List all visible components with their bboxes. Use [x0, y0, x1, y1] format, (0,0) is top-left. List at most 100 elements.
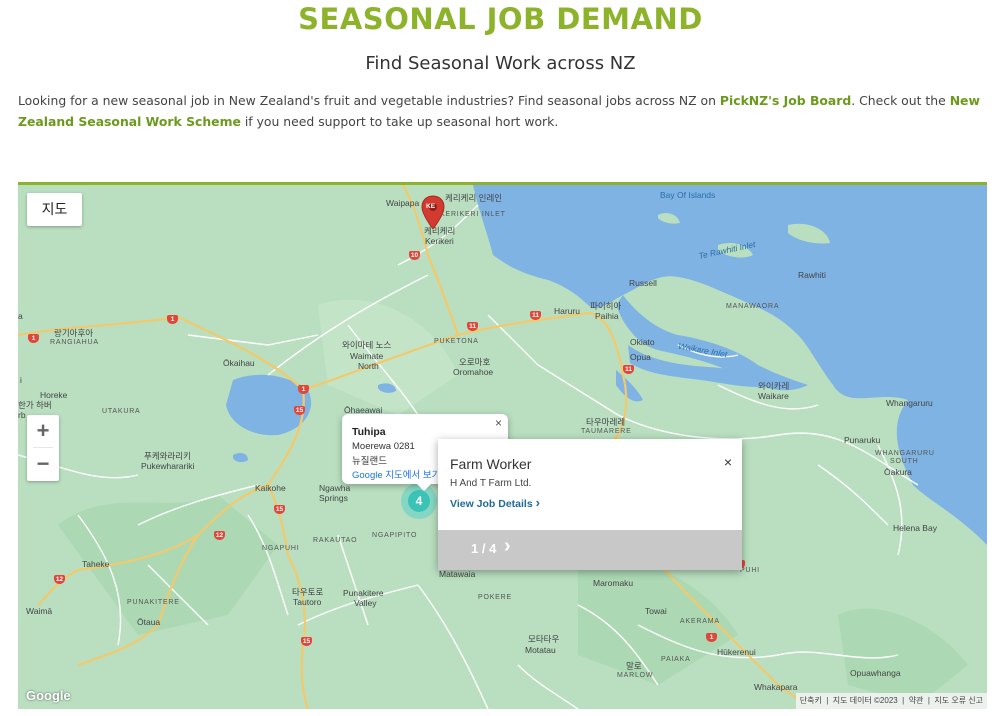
- map-label-pokere: POKERE: [478, 594, 512, 601]
- page-subtitle: Find Seasonal Work across NZ: [365, 53, 636, 74]
- road-shield: 15: [274, 505, 285, 514]
- map-label-puketona: PUKETONA: [434, 338, 479, 345]
- map-label-oakura: Ōakura: [884, 467, 912, 477]
- map-label-hukerenui: Hūkerenui: [717, 647, 756, 657]
- place-address-line1: Moerewa 0281: [352, 441, 415, 452]
- road-shield: 15: [294, 406, 305, 415]
- map-label-motatau-ko: 모타타우: [528, 634, 560, 644]
- map-marker-label: KE: [426, 203, 436, 210]
- view-job-details-label: View Job Details: [450, 498, 533, 510]
- view-in-google-maps-link[interactable]: Google 지도에서 보기: [352, 467, 440, 481]
- map-label-maromaku: Maromaku: [593, 578, 634, 588]
- road-shield: 1: [28, 334, 39, 343]
- job-pager-count: 1 / 4: [471, 541, 497, 556]
- map-label-russell: Russell: [629, 278, 657, 288]
- map-label-springs: Springs: [319, 493, 348, 503]
- map-label-rangiahua: RANGIAHUA: [50, 339, 99, 346]
- report-map-error-link[interactable]: 지도 오류 신고: [934, 696, 983, 705]
- zoom-out-button[interactable]: −: [27, 448, 59, 480]
- place-address-line2: 뉴질랜드: [352, 456, 387, 467]
- map-label: 케리케리 인레인: [445, 193, 503, 203]
- job-popup-close-icon[interactable]: ×: [724, 454, 732, 470]
- map-label-paiaka: PAIAKA: [661, 656, 691, 663]
- map-label-punakitere: Punakitere: [343, 588, 384, 598]
- map-label-helena-bay: Helena Bay: [893, 523, 937, 533]
- map-label-left1: 한가 하버: [18, 400, 52, 410]
- road-shield: 12: [54, 575, 65, 584]
- map-label-ngapuhi: NGAPUHI: [262, 545, 300, 552]
- view-job-details-link[interactable]: View Job Details ›: [450, 495, 540, 510]
- map-label-manawaora: MANAWAORA: [726, 303, 780, 310]
- intro-text: Looking for a new seasonal job in New Ze…: [18, 93, 720, 108]
- map-label-waimate: Waimate: [350, 351, 384, 361]
- map-label-taumarere: TAUMARERE: [581, 428, 632, 435]
- map-label-opua: Opua: [630, 352, 651, 362]
- map-label-oromahoe-ko: 오로마호: [459, 357, 491, 367]
- map-label-south: SOUTH: [890, 458, 919, 465]
- map-label-whakapara: Whakapara: [754, 682, 798, 692]
- map-label-haruru: Haruru: [554, 306, 580, 316]
- map-label-waimate-ko: 와이마테 노스: [342, 340, 392, 350]
- map-label-waikare: Waikare: [758, 391, 789, 401]
- job-company: H And T Farm Ltd.: [450, 478, 532, 489]
- job-pager: 1 / 4 ›: [438, 530, 742, 570]
- picknz-job-board-link[interactable]: PickNZ's Job Board: [720, 93, 851, 108]
- map-label-ngapipito: NGAPIPITO: [372, 532, 418, 539]
- map-label-kaikohe: Kaikohe: [255, 483, 286, 493]
- map-label-motatau: Motatau: [525, 645, 556, 655]
- info-window-tail: [416, 483, 432, 491]
- road-shield: 1: [167, 315, 178, 324]
- map-type-button[interactable]: 지도: [27, 193, 82, 226]
- map-label-horeke: Horeke: [40, 390, 68, 400]
- map-label-marlow: MARLOW: [617, 672, 654, 679]
- map-label-paihia-ko: 파이히아: [590, 301, 622, 311]
- map-label-tautoro-ko: 타우토로: [292, 587, 324, 597]
- map-label-opuawhanga: Opuawhanga: [850, 668, 901, 678]
- road-shield: 11: [467, 322, 478, 331]
- map-label-tautoro: Tautoro: [293, 597, 322, 607]
- road-shield: 10: [409, 251, 420, 260]
- map-label-north: North: [358, 361, 379, 371]
- intro-text: if you need support to take up seasonal …: [240, 114, 559, 129]
- zoom-in-button[interactable]: +: [27, 415, 59, 447]
- map-label-paihia: Paihia: [595, 311, 619, 321]
- job-map[interactable]: Waipapa 케리케리 인레인 KERIKERI INLET 케리케리 Ker…: [18, 182, 987, 709]
- map-label-bay-of-islands: Bay Of Islands: [660, 190, 716, 200]
- page-title: SEASONAL JOB DEMAND: [298, 2, 703, 36]
- map-label-whangaruru: Whangaruru: [886, 398, 933, 408]
- map-label-left-i: i: [20, 375, 22, 385]
- map-label-valley: Valley: [354, 598, 377, 608]
- map-label-punaruku: Punaruku: [844, 435, 881, 445]
- map-label-akerama: AKERAMA: [680, 618, 720, 625]
- map-data-credit: 지도 데이터 ©2023: [832, 696, 898, 705]
- job-popup: Farm Worker × H And T Farm Ltd. View Job…: [438, 439, 742, 570]
- map-label-towai: Towai: [645, 606, 667, 616]
- map-label-utakura: UTAKURA: [102, 408, 141, 415]
- map-label-left2: rb: [18, 410, 26, 420]
- map-marker[interactable]: KE: [421, 195, 445, 236]
- map-label-punakitere-caps: PUNAKITERE: [127, 599, 180, 606]
- map-label-waima: Waimā: [26, 606, 53, 616]
- tuhipa-close-icon[interactable]: ×: [495, 416, 502, 430]
- chevron-right-icon: ›: [535, 495, 540, 510]
- map-marker-icon: [421, 195, 445, 230]
- map-label-oromahoe: Oromahoe: [453, 367, 494, 377]
- road-shield: 11: [530, 311, 541, 320]
- map-label-pukewharariki-ko: 푸케와라리키: [144, 451, 191, 461]
- keyboard-shortcuts-link[interactable]: 단축키: [800, 696, 822, 705]
- map-label-kerikeri-inlet: KERIKERI INLET: [440, 211, 506, 218]
- road-shield: 15: [301, 637, 312, 646]
- intro-text: . Check out the: [851, 93, 950, 108]
- google-logo: Google: [26, 688, 71, 703]
- map-label-rawhiti: Rawhiti: [798, 270, 826, 280]
- next-job-chevron-icon[interactable]: ›: [504, 535, 511, 558]
- map-label-left-a: a: [18, 311, 23, 321]
- map-attribution: 단축키 | 지도 데이터 ©2023 | 약관 | 지도 오류 신고: [795, 693, 987, 709]
- place-name: Tuhipa: [352, 426, 386, 438]
- map-label-matawaia: Matawaia: [439, 569, 476, 579]
- terms-link[interactable]: 약관: [909, 696, 924, 705]
- job-title: Farm Worker: [450, 456, 532, 472]
- map-label-taumarere-ko: 타우마레레: [586, 417, 626, 427]
- map-label-rangiahua-ko: 랑기아후아: [54, 328, 94, 338]
- map-label-kerikeri: Kerikeri: [425, 236, 454, 246]
